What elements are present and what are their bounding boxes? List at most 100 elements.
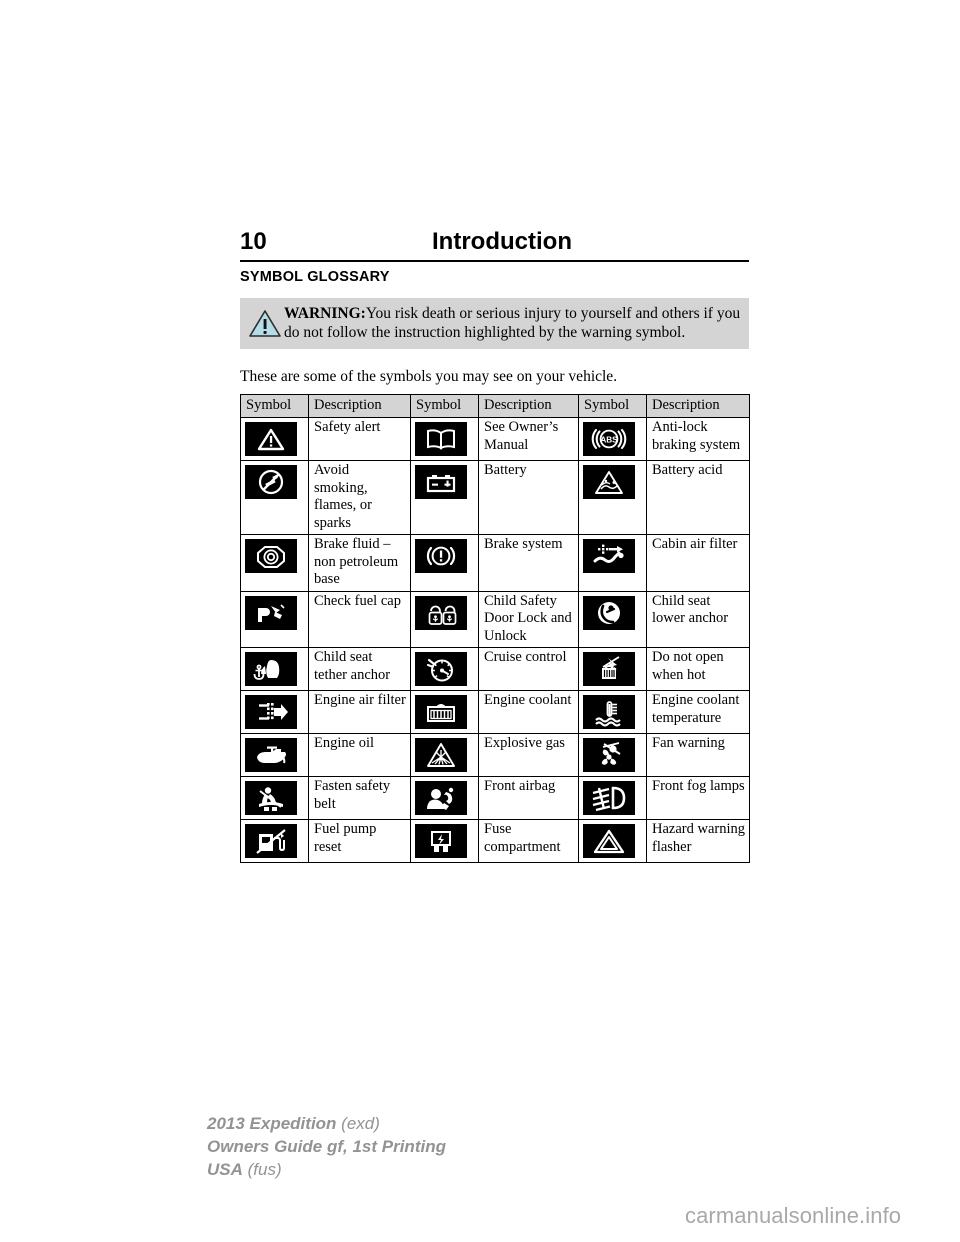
- description-cell: Safety alert: [308, 417, 411, 461]
- child-seat-lower-anchor-icon: [583, 595, 635, 630]
- engine-air-filter-icon: [245, 695, 297, 729]
- symbol-cell: [410, 534, 479, 592]
- table-row: Child seat tether anchor Cruise control Do…: [240, 647, 750, 691]
- symbol-cell: [410, 460, 479, 535]
- warning-text: WARNING:You risk death or serious injury…: [244, 304, 745, 342]
- svg-text:ABS: ABS: [600, 435, 618, 444]
- description-cell: Cabin air filter: [646, 534, 750, 592]
- engine-oil-icon: [245, 738, 297, 772]
- engine-coolant-temperature-icon: [583, 695, 635, 729]
- column-header-description-3: Description: [646, 394, 750, 418]
- footer-line-3: USA (fus): [207, 1158, 446, 1181]
- symbol-cell: [578, 534, 647, 592]
- symbol-cell: [578, 776, 647, 820]
- front-fog-lamps-icon: [583, 781, 635, 815]
- symbol-cell: [240, 647, 309, 691]
- fasten-safety-belt-icon: [245, 781, 297, 815]
- table-row: Engine oil Explosive gas Fan warning: [240, 733, 750, 777]
- table-body: Safety alert See Owner’s Manual ABS Anti-lo…: [240, 417, 750, 863]
- description-cell: Check fuel cap: [308, 590, 411, 648]
- page-number: 10: [240, 228, 267, 255]
- section-heading: SYMBOL GLOSSARY: [240, 269, 390, 285]
- safety-alert-icon: [245, 422, 297, 456]
- table-row: Safety alert See Owner’s Manual ABS Anti-lo…: [240, 417, 750, 461]
- footer-line-1: 2013 Expedition (exd): [207, 1112, 446, 1135]
- warning-callout: WARNING:You risk death or serious injury…: [240, 298, 749, 349]
- description-cell: Brake fluid – non petroleum base: [308, 534, 411, 592]
- column-header-description-2: Description: [478, 394, 579, 418]
- table-head: Symbol Description Symbol Description Sy…: [240, 394, 750, 418]
- owners-manual-icon: [415, 422, 467, 456]
- cruise-control-icon: [415, 652, 467, 686]
- column-header-description-1: Description: [308, 394, 411, 418]
- description-cell: Explosive gas: [478, 733, 579, 777]
- page-header: 10 Introduction: [240, 228, 748, 256]
- symbol-cell: [240, 534, 309, 592]
- symbol-cell: [240, 733, 309, 777]
- column-header-symbol-2: Symbol: [410, 394, 479, 418]
- description-cell: Do not open when hot: [646, 647, 750, 691]
- brake-fluid-icon: [245, 539, 297, 573]
- footer-guide: Owners Guide gf, 1st Printing: [207, 1137, 446, 1156]
- fan-warning-icon: [583, 738, 635, 772]
- check-fuel-cap-icon: [245, 595, 297, 630]
- description-cell: Fan warning: [646, 733, 750, 777]
- symbol-cell: [410, 733, 479, 777]
- description-cell: Brake system: [478, 534, 579, 592]
- table-row: Fasten safety belt Front airbag Front fog …: [240, 776, 750, 820]
- footer-model-code: (exd): [336, 1114, 380, 1133]
- symbol-cell: [410, 417, 479, 461]
- battery-acid-icon: [583, 465, 635, 499]
- description-cell: See Owner’s Manual: [478, 417, 579, 461]
- description-cell: Cruise control: [478, 647, 579, 691]
- explosive-gas-icon: [415, 738, 467, 772]
- symbol-glossary-table: Symbol Description Symbol Description Sy…: [240, 394, 750, 863]
- description-cell: Hazard warning flasher: [646, 819, 750, 863]
- table-header-row: Symbol Description Symbol Description Sy…: [240, 394, 750, 418]
- description-cell: Anti-lock braking system: [646, 417, 750, 461]
- warning-triangle-icon: [248, 306, 282, 340]
- description-cell: Engine oil: [308, 733, 411, 777]
- battery-icon: [415, 465, 467, 499]
- description-cell: Child seat tether anchor: [308, 647, 411, 691]
- cabin-air-filter-icon: [583, 539, 635, 573]
- column-header-symbol-3: Symbol: [578, 394, 647, 418]
- engine-coolant-icon: [415, 695, 467, 729]
- warning-label: WARNING:: [284, 305, 366, 322]
- description-cell: Child seat lower anchor: [646, 590, 750, 648]
- footer-model: 2013 Expedition: [207, 1114, 337, 1133]
- manual-page: 10 Introduction SYMBOL GLOSSARY WARNING:…: [0, 0, 960, 1242]
- description-cell: Fuse compartment: [478, 819, 579, 863]
- description-cell: Battery acid: [646, 460, 750, 535]
- symbol-cell: [410, 647, 479, 691]
- footer-line-2: Owners Guide gf, 1st Printing: [207, 1135, 446, 1158]
- no-smoking-flames-sparks-icon: [245, 465, 297, 499]
- symbol-cell: [240, 819, 309, 863]
- watermark: carmanualsonline.info: [685, 1203, 902, 1228]
- do-not-open-when-hot-icon: [583, 652, 635, 686]
- symbol-cell: [410, 776, 479, 820]
- page-title: Introduction: [432, 228, 572, 255]
- table-row: Brake fluid – non petroleum base Brake sy…: [240, 534, 750, 592]
- table-row: Avoid smoking, flames, or sparks Battery B…: [240, 460, 750, 535]
- description-cell: Engine coolant: [478, 690, 579, 734]
- symbol-cell: [410, 819, 479, 863]
- brake-system-icon: [415, 539, 467, 573]
- footer-region-code: (fus): [242, 1160, 282, 1179]
- description-cell: Fasten safety belt: [308, 776, 411, 820]
- symbol-cell: [578, 819, 647, 863]
- description-cell: Front airbag: [478, 776, 579, 820]
- symbol-cell: [240, 417, 309, 461]
- symbol-cell: [410, 590, 479, 648]
- intro-text: These are some of the symbols you may se…: [240, 368, 618, 385]
- symbol-cell: [240, 460, 309, 535]
- column-header-symbol-1: Symbol: [240, 394, 309, 418]
- symbol-cell: [240, 590, 309, 648]
- footer-block: 2013 Expedition (exd) Owners Guide gf, 1…: [207, 1112, 446, 1181]
- description-cell: Front fog lamps: [646, 776, 750, 820]
- child-seat-tether-anchor-icon: [245, 652, 297, 686]
- symbol-cell: [410, 690, 479, 734]
- table-row: Engine air filter Engine coolant Engine co…: [240, 690, 750, 734]
- description-cell: Avoid smoking, flames, or sparks: [308, 460, 411, 535]
- symbol-cell: [240, 690, 309, 734]
